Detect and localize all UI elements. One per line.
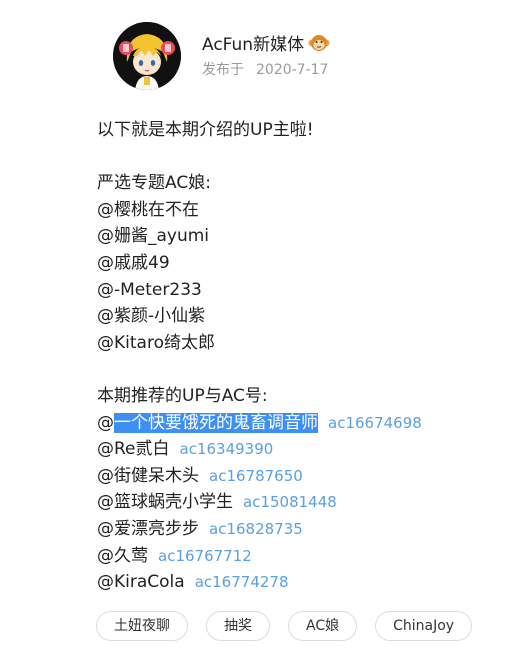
tag-chip[interactable]: ChinaJoy <box>375 611 473 641</box>
mention-at[interactable]: @ <box>97 572 114 592</box>
mention-link[interactable]: @-Meter233 <box>97 277 497 304</box>
tag-chip[interactable]: 土妞夜聊 <box>96 611 188 641</box>
recommend-row: @街健呆木头 ac16787650 <box>97 463 497 490</box>
mention-name[interactable]: 爱漂亮步步 <box>114 519 199 539</box>
recommend-row: @Re贰白 ac16349390 <box>97 436 497 463</box>
intro-text: 以下就是本期介绍的UP主啦! <box>97 120 314 140</box>
published-label: 发布于 <box>202 62 244 78</box>
mention-name[interactable]: Re贰白 <box>114 439 170 459</box>
ac-link[interactable]: ac16774278 <box>195 573 289 591</box>
ac-link[interactable]: ac15081448 <box>243 493 337 511</box>
recommend-row: @一个快要饿死的鬼畜调音师 ac16674698 <box>97 410 497 437</box>
recommend-row: @KiraCola ac16774278 <box>97 569 497 596</box>
mention-name[interactable]: 街健呆木头 <box>114 466 199 486</box>
author-name-row: AcFun新媒体 <box>202 30 330 55</box>
post-content: 以下就是本期介绍的UP主啦! 严选专题AC娘: @樱桃在不在 @姗酱_ayumi… <box>97 117 497 596</box>
post-meta: 发布于 2020-7-17 <box>202 59 328 79</box>
mention-at[interactable]: @ <box>97 439 114 459</box>
mention-name[interactable]: 篮球蜗壳小学生 <box>114 492 233 512</box>
section-title: 严选专题AC娘: <box>97 173 211 194</box>
mention-link[interactable]: @戚戚49 <box>97 250 497 277</box>
mention-name[interactable]: KiraCola <box>114 572 185 592</box>
ac-link[interactable]: ac16674698 <box>328 414 422 432</box>
author-name[interactable]: AcFun新媒体 <box>202 30 304 55</box>
tag-chip[interactable]: AC娘 <box>288 611 358 641</box>
published-date: 2020-7-17 <box>256 62 329 78</box>
mention-at[interactable]: @ <box>97 519 114 539</box>
mention-at[interactable]: @ <box>97 466 114 486</box>
ac-link[interactable]: ac16767712 <box>158 547 252 565</box>
recommend-row: @久莺 ac16767712 <box>97 543 497 570</box>
ac-link[interactable]: ac16787650 <box>209 467 303 485</box>
ac-link[interactable]: ac16349390 <box>180 440 274 458</box>
mention-at[interactable]: @ <box>97 492 114 512</box>
mention-name-selected[interactable]: 一个快要饿死的鬼畜调音师 <box>114 412 318 433</box>
mention-link[interactable]: @姗酱_ayumi <box>97 223 497 250</box>
mention-at[interactable]: @ <box>97 546 114 566</box>
tag-chip[interactable]: 抽奖 <box>206 611 270 641</box>
recommend-row: @篮球蜗壳小学生 ac15081448 <box>97 489 497 516</box>
mention-link[interactable]: @Kitaro绮太郎 <box>97 330 497 357</box>
mention-link[interactable]: @紫颜-小仙紫 <box>97 303 497 330</box>
mention-at[interactable]: @ <box>97 413 114 433</box>
ac-link[interactable]: ac16828735 <box>209 520 303 538</box>
monkey-badge-icon <box>308 32 330 54</box>
author-avatar[interactable] <box>113 22 181 90</box>
mention-name[interactable]: 久莺 <box>114 546 148 566</box>
tag-list: 土妞夜聊 抽奖 AC娘 ChinaJoy <box>96 611 473 641</box>
mention-link[interactable]: @樱桃在不在 <box>97 197 497 224</box>
recommend-row: @爱漂亮步步 ac16828735 <box>97 516 497 543</box>
section-title: 本期推荐的UP与AC号: <box>97 385 268 406</box>
